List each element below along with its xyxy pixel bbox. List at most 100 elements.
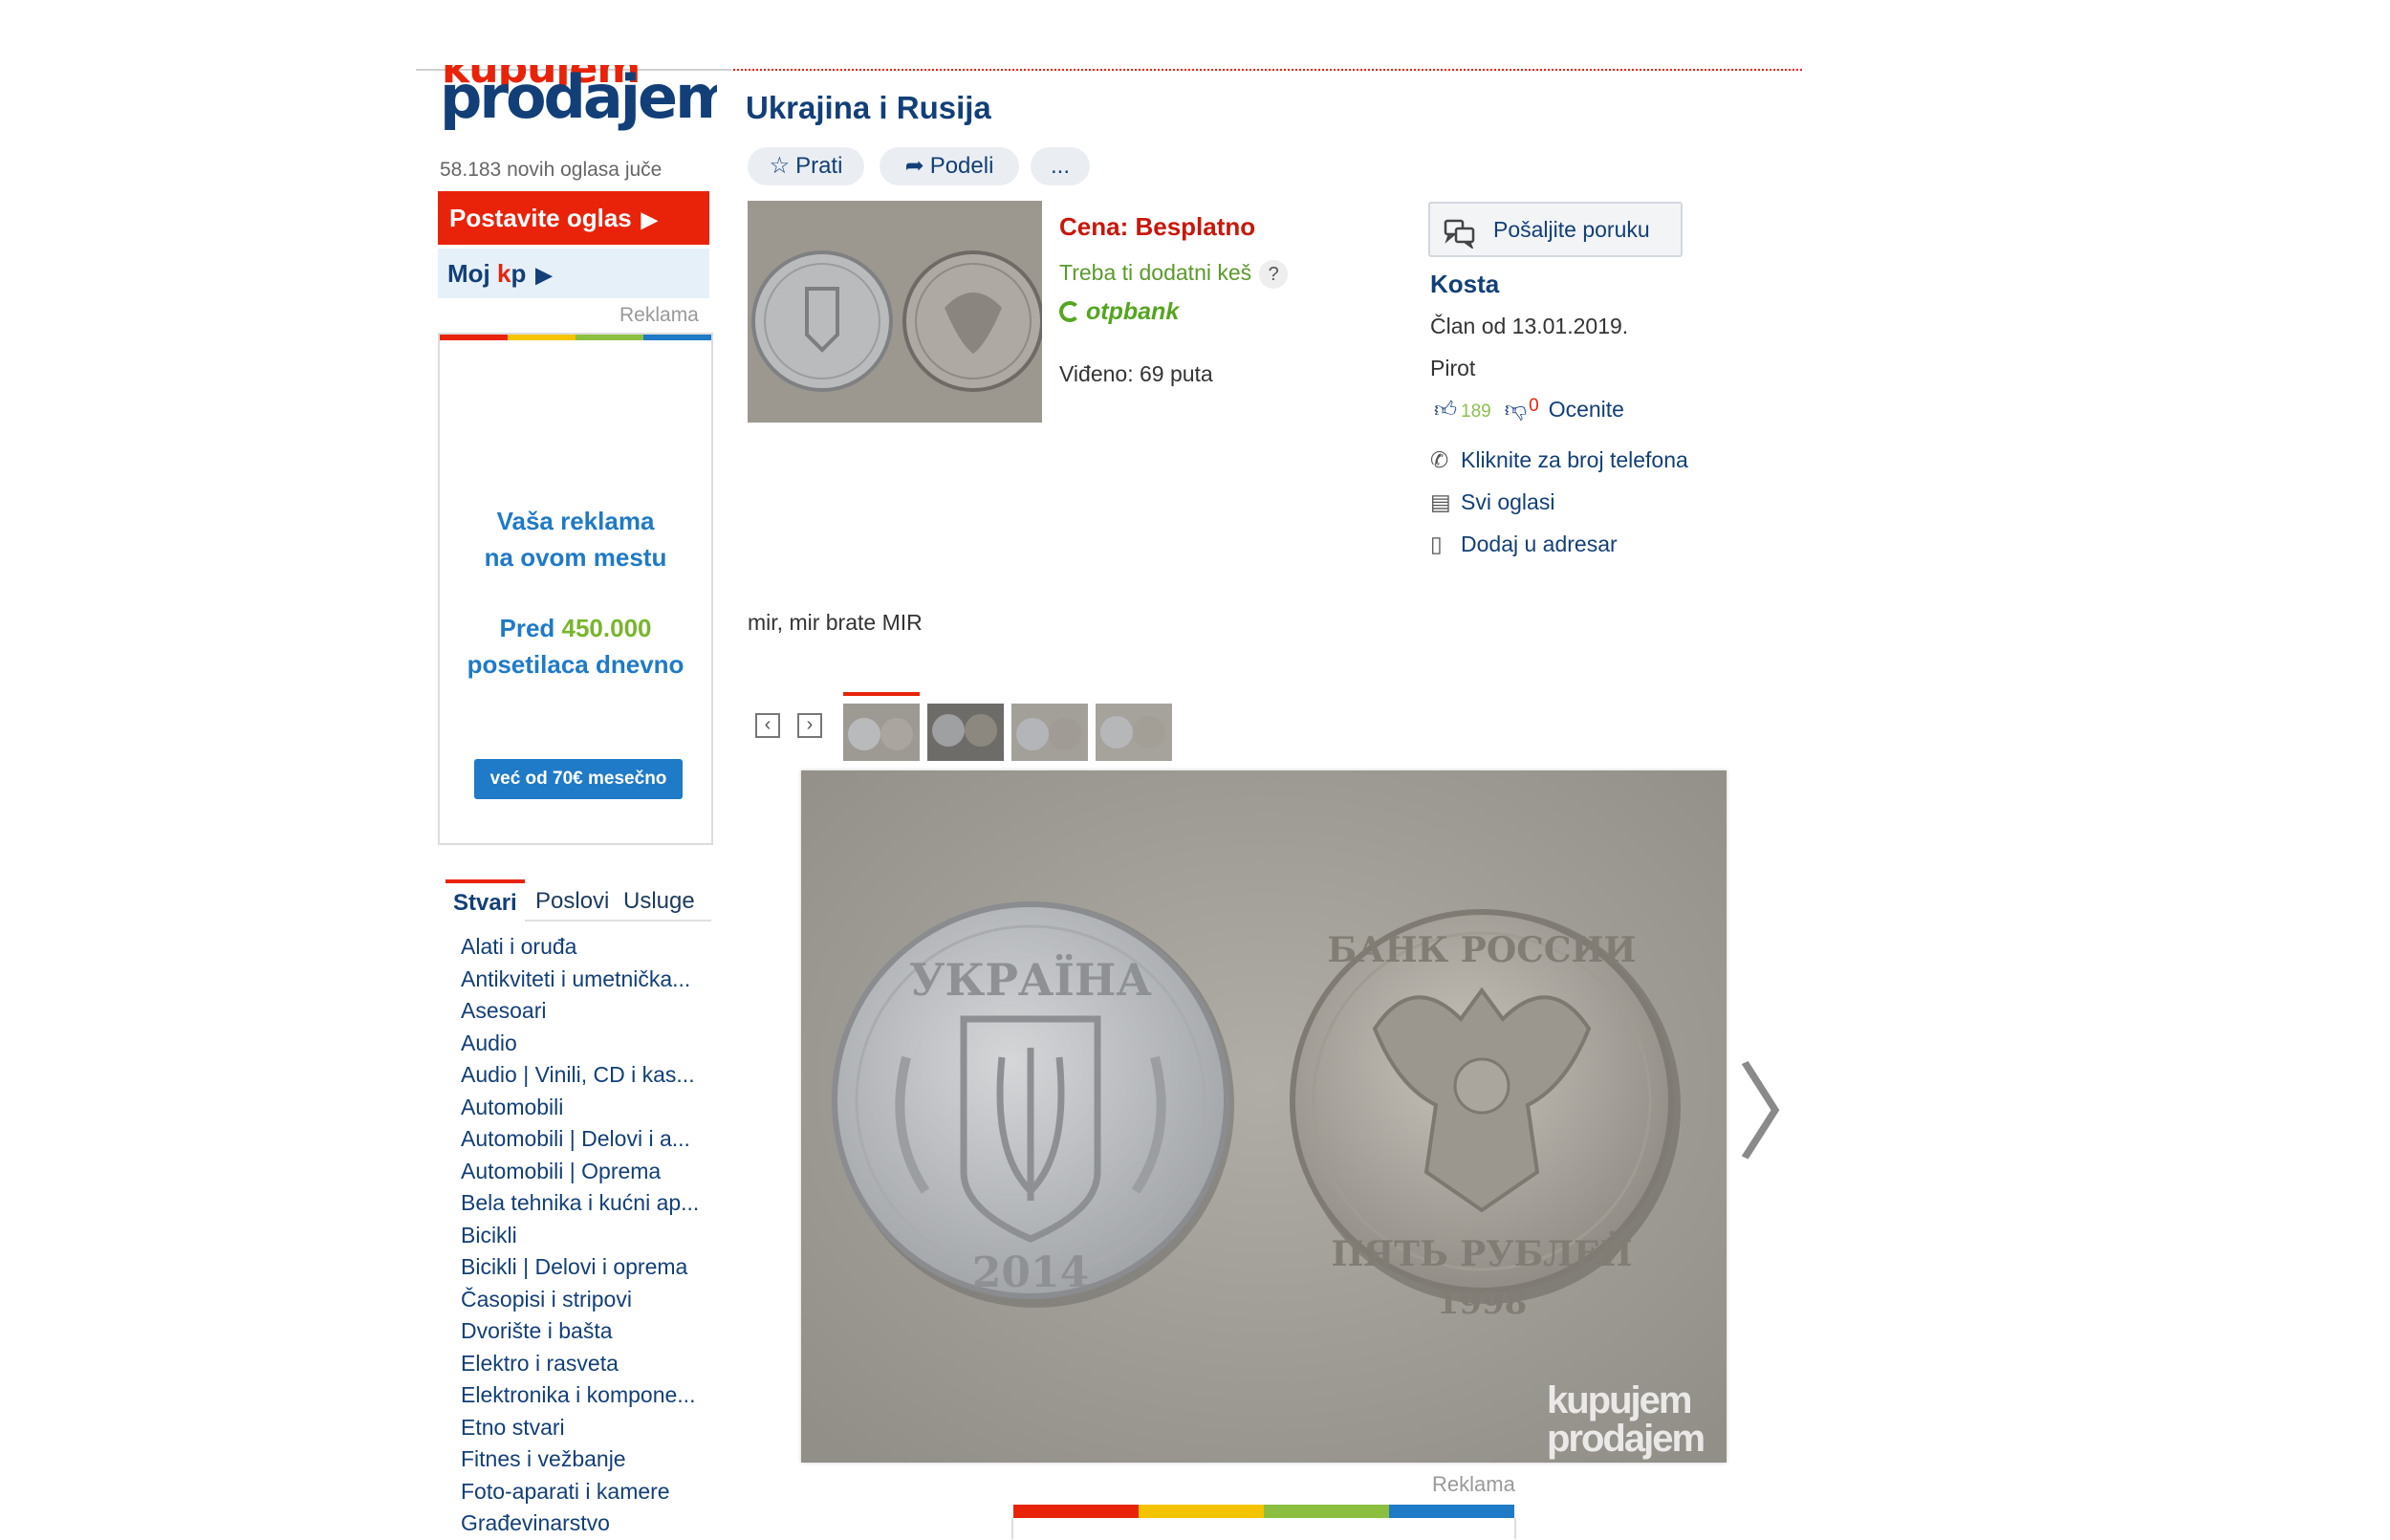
category-link[interactable]: Foto-aparati i kamere <box>461 1476 719 1508</box>
category-link[interactable]: Elektronika i kompone... <box>461 1379 719 1412</box>
post-ad-label: Postavite oglas <box>449 204 632 232</box>
thumbs-up-icon: 👍︎ <box>1434 397 1458 422</box>
promo-visitors-number: 450.000 <box>561 614 652 642</box>
category-link[interactable]: Bicikli <box>461 1220 719 1252</box>
bookmark-icon: ▯ <box>1430 531 1443 556</box>
gallery-thumb[interactable] <box>1011 704 1088 761</box>
share-arrow-icon: ➦ <box>904 153 924 179</box>
gallery-prev-button[interactable]: ‹ <box>755 713 780 738</box>
ad-label-bottom: Reklama <box>1432 1472 1515 1496</box>
positive-count: 189 <box>1461 401 1491 422</box>
cash-offer-label: Treba ti dodatni keš <box>1059 260 1252 285</box>
category-link[interactable]: Automobili <box>461 1092 719 1124</box>
color-strip <box>440 335 711 340</box>
coin-right-denomination: ПЯТЬ РУБЛЕЙ <box>1331 1231 1632 1274</box>
category-link[interactable]: Alati i oruđa <box>461 931 719 964</box>
tab-poslovi[interactable]: Poslovi <box>535 879 609 920</box>
seller-rating: 👍︎ 189 👎︎ 0 Ocenite <box>1434 396 1624 423</box>
site-logo[interactable]: kupujem prodajem <box>440 65 717 132</box>
rate-link[interactable]: Ocenite <box>1549 397 1624 422</box>
tab-usluge[interactable]: Usluge <box>623 879 695 920</box>
watermark-line-2: prodajem <box>1547 1418 1704 1460</box>
follow-button[interactable]: ☆ Prati <box>748 147 864 185</box>
seller-city: Pirot <box>1430 356 1476 380</box>
gallery-thumb[interactable] <box>1096 704 1172 761</box>
all-ads-link[interactable]: ▤ Svi oglasi <box>1430 489 1554 515</box>
category-link[interactable]: Časopisi i stripovi <box>461 1284 719 1316</box>
phone-link[interactable]: ✆ Kliknite za broj telefona <box>1430 447 1688 473</box>
coin-left-year: 2014 <box>972 1248 1089 1297</box>
gallery-thumb[interactable] <box>927 704 1004 761</box>
more-options-button[interactable]: ... <box>1031 147 1090 185</box>
seller-name[interactable]: Kosta <box>1430 270 1499 299</box>
phone-icon: ✆ <box>1430 447 1449 472</box>
category-link[interactable]: Automobili | Oprema <box>461 1156 719 1188</box>
category-link[interactable]: Audio | Vinili, CD i kas... <box>461 1059 719 1092</box>
promo-line-1: Vaša reklama <box>496 507 655 535</box>
cash-offer[interactable]: Treba ti dodatni keš? <box>1059 260 1289 289</box>
gallery-next-button[interactable]: › <box>797 713 822 738</box>
follow-label: Prati <box>795 153 843 179</box>
coin-left-inscription: УКРАЇНА <box>909 953 1152 1006</box>
promo-price-button[interactable]: već od 70€ mesečno <box>474 759 683 799</box>
listing-photo[interactable]: УКРАЇНА 2014 БАНК РОССИИ ПЯТЬ РУБЛЕЙ 199… <box>801 770 1727 1463</box>
category-link[interactable]: Bela tehnika i kućni ap... <box>461 1187 719 1220</box>
play-arrow-icon: ▶ <box>535 263 553 287</box>
category-link[interactable]: Dvorište i bašta <box>461 1315 719 1348</box>
negative-count: 0 <box>1529 396 1539 416</box>
my-kp-k: k <box>497 259 511 288</box>
documents-icon: ▤ <box>1430 489 1451 514</box>
category-link[interactable]: Bicikli | Delovi i oprema <box>461 1251 719 1284</box>
promo-line-3-prefix: Pred <box>499 614 562 642</box>
chat-bubbles-icon <box>1444 215 1476 267</box>
otp-icon <box>1059 301 1080 322</box>
phone-link-label: Kliknite za broj telefona <box>1461 447 1688 472</box>
send-message-label: Pošaljite poruku <box>1493 217 1650 242</box>
play-arrow-icon: ▶ <box>641 207 658 231</box>
view-count: Viđeno: 69 puta <box>1059 361 1213 386</box>
category-link[interactable]: Asesoari <box>461 995 719 1028</box>
member-since: Član od 13.01.2019. <box>1430 314 1629 338</box>
active-thumb-indicator <box>843 692 920 696</box>
promo-ad-box[interactable]: Vaša reklama na ovom mestu Pred 450.000 … <box>438 333 713 845</box>
bottom-ad-color-strip <box>1013 1505 1514 1518</box>
category-link[interactable]: Audio <box>461 1028 719 1060</box>
category-link[interactable]: Antikviteti i umetnička... <box>461 964 719 996</box>
listing-thumbnail[interactable] <box>748 201 1042 423</box>
my-kp-button[interactable]: Moj kp ▶ <box>438 249 709 298</box>
price: Cena: Besplatno <box>1059 212 1256 241</box>
post-ad-button[interactable]: Postavite oglas ▶ <box>438 191 709 245</box>
all-ads-label: Svi oglasi <box>1461 489 1555 514</box>
share-label: Podeli <box>929 153 994 179</box>
promo-line-4: posetilaca dnevno <box>467 650 684 679</box>
category-link[interactable]: Elektro i rasveta <box>461 1348 719 1380</box>
listing-description: mir, mir brate MIR <box>748 610 923 635</box>
listing-title: Ukrajina i Rusija <box>746 90 991 125</box>
bank-logo[interactable]: otpbank <box>1059 298 1179 326</box>
category-link[interactable]: Fitnes i vežbanje <box>461 1443 719 1476</box>
photo-next-arrow[interactable]: 〉 <box>1736 1061 1841 1166</box>
promo-line-2: na ovom mestu <box>484 543 667 572</box>
category-tabs: Stvari Poslovi Usluge <box>445 879 711 922</box>
share-button[interactable]: ➦ Podeli <box>880 147 1019 185</box>
category-link[interactable]: Etno stvari <box>461 1412 719 1444</box>
ad-label: Reklama <box>619 304 699 326</box>
bank-name: otpbank <box>1086 298 1180 325</box>
my-kp-p: p <box>511 259 527 288</box>
logo-main-word: prodajem <box>440 65 717 132</box>
bottom-ad-box[interactable] <box>1011 1518 1516 1539</box>
add-contact-link[interactable]: ▯ Dodaj u adresar <box>1430 531 1618 557</box>
help-icon[interactable]: ? <box>1259 260 1289 289</box>
star-icon: ☆ <box>769 153 791 179</box>
coin-right-year: 1998 <box>1437 1284 1528 1322</box>
send-message-button[interactable]: Pošaljite poruku <box>1428 202 1683 257</box>
category-link[interactable]: Građevinarstvo <box>461 1507 719 1540</box>
add-contact-label: Dodaj u adresar <box>1461 531 1618 556</box>
category-list: Alati i oruđa Antikviteti i umetnička...… <box>461 931 719 1540</box>
tab-stvari[interactable]: Stvari <box>445 879 525 922</box>
thumbs-down-icon: 👎︎ <box>1504 397 1528 422</box>
watermark-line-1: kupujem <box>1547 1379 1691 1421</box>
my-kp-prefix: Moj <box>447 259 497 288</box>
gallery-thumb[interactable] <box>843 704 920 761</box>
category-link[interactable]: Automobili | Delovi i a... <box>461 1123 719 1156</box>
